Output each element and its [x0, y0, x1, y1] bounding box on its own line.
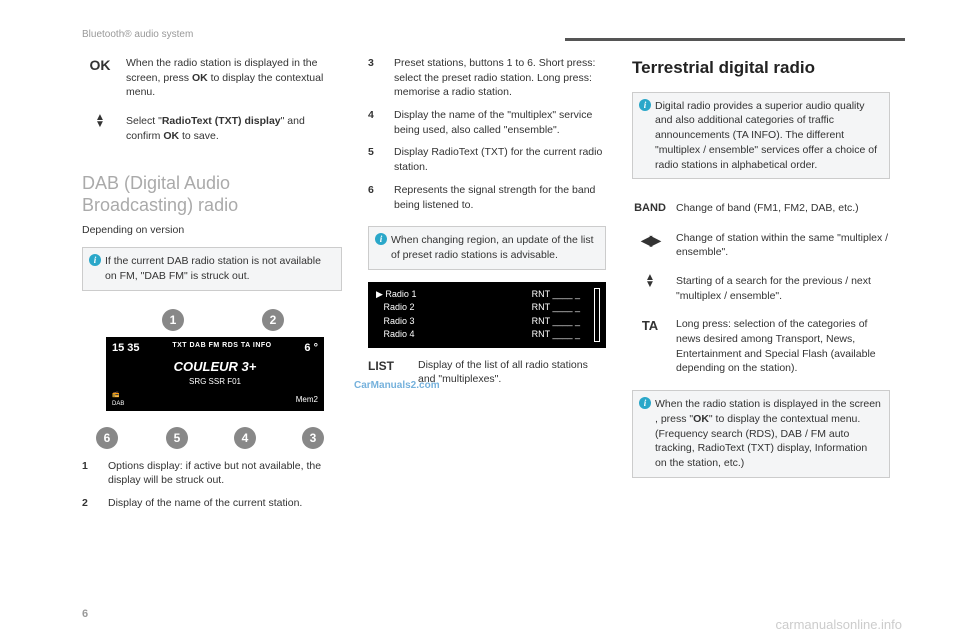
ok-text: When the radio station is displayed in t…: [126, 56, 342, 100]
radio-rnt: RNT ____ _ RNT ____ _ RNT ____ _ RNT ___…: [532, 288, 580, 342]
dab-flags: TXT DAB FM RDS TA INFO: [172, 341, 271, 356]
dab-time: 15 35: [112, 341, 140, 356]
info-icon: i: [639, 99, 651, 111]
dab-screen: 15 35 TXT DAB FM RDS TA INFO 6 ° COULEUR…: [106, 337, 324, 411]
item-text: Display the name of the "multiplex" serv…: [394, 108, 606, 137]
dab-display-diagram: 1 2 15 35 TXT DAB FM RDS TA INFO 6 ° COU…: [82, 309, 342, 449]
arrows-row: ▲▼ Select "RadioText (TXT) display" and …: [82, 114, 342, 143]
info-text: When the radio station is displayed in t…: [655, 398, 881, 469]
callout-6: 6: [96, 427, 118, 449]
info-box-dab-fm: i If the current DAB radio station is no…: [82, 247, 342, 290]
item-text: Preset stations, buttons 1 to 6. Short p…: [394, 56, 606, 100]
arrows-text: Select "RadioText (TXT) display" and con…: [126, 114, 342, 143]
ta-text: Long press: selection of the categories …: [676, 317, 890, 376]
dab-station-name: COULEUR 3+: [112, 358, 318, 376]
callout-1: 1: [162, 309, 184, 331]
ud-row: ▲▼ Starting of a search for the previous…: [632, 274, 890, 303]
numbered-list-2: 3 Preset stations, buttons 1 to 6. Short…: [368, 56, 606, 212]
left-right-arrows-icon: ◀▶: [632, 231, 668, 260]
page-number: 6: [82, 607, 88, 622]
list-item: 6 Represents the signal strength for the…: [368, 183, 606, 212]
callout-4: 4: [234, 427, 256, 449]
info-text: Digital radio provides a superior audio …: [655, 100, 877, 171]
ta-button-label: TA: [632, 317, 668, 376]
up-down-arrows-icon: ▲▼: [632, 274, 668, 303]
item-number: 2: [82, 496, 96, 511]
band-row: BAND Change of band (FM1, FM2, DAB, etc.…: [632, 201, 890, 216]
info-box-digital: i Digital radio provides a superior audi…: [632, 92, 890, 179]
column-1: OK When the radio station is displayed i…: [82, 56, 342, 519]
info-box-region: i When changing region, an update of the…: [368, 226, 606, 269]
dab-heading: DAB (Digital Audio Broadcasting) radio: [82, 173, 342, 216]
radio-list-screen: ▶ Radio 1 Radio 2 Radio 3 Radio 4 RNT __…: [368, 282, 606, 348]
item-number: 4: [368, 108, 382, 137]
scrollbar-icon: [594, 288, 600, 342]
dab-song-text: ▸ Woodkid - I love you: [112, 410, 318, 421]
list-item: 4 Display the name of the "multiplex" se…: [368, 108, 606, 137]
info-box-ok-menu: i When the radio station is displayed in…: [632, 390, 890, 477]
item-number: 6: [368, 183, 382, 212]
list-item: 3 Preset stations, buttons 1 to 6. Short…: [368, 56, 606, 100]
watermark-carmanuals2: CarManuals2.com: [354, 379, 440, 393]
info-text: When changing region, an update of the l…: [391, 234, 594, 261]
list-item: 5 Display RadioText (TXT) for the curren…: [368, 145, 606, 174]
info-text: If the current DAB radio station is not …: [105, 255, 321, 282]
info-icon: i: [89, 254, 101, 266]
list-button-text: Display of the list of all radio station…: [418, 358, 606, 387]
item-text: Display of the name of the current stati…: [108, 496, 302, 511]
band-button-label: BAND: [632, 201, 668, 216]
ok-row: OK When the radio station is displayed i…: [82, 56, 342, 100]
dab-top-row: 15 35 TXT DAB FM RDS TA INFO 6 °: [112, 341, 318, 356]
item-number: 3: [368, 56, 382, 100]
radio-names: ▶ Radio 1 Radio 2 Radio 3 Radio 4: [376, 288, 416, 342]
list-item: 1 Options display: if active but not ava…: [82, 459, 342, 488]
list-item: 2 Display of the name of the current sta…: [82, 496, 342, 511]
content-columns: OK When the radio station is displayed i…: [82, 56, 902, 519]
info-icon: i: [639, 397, 651, 409]
callout-5: 5: [166, 427, 188, 449]
dab-bottom-row: 📻DAB Mem2: [112, 391, 318, 408]
ta-row: TA Long press: selection of the categori…: [632, 317, 890, 376]
header-rule: [565, 38, 905, 41]
lr-row: ◀▶ Change of station within the same "mu…: [632, 231, 890, 260]
item-text: Options display: if active but not avail…: [108, 459, 342, 488]
watermark-carmanualsonline: carmanualsonline.info: [776, 616, 902, 634]
callout-2: 2: [262, 309, 284, 331]
callout-3: 3: [302, 427, 324, 449]
item-text: Represents the signal strength for the b…: [394, 183, 606, 212]
terrestrial-heading: Terrestrial digital radio: [632, 56, 890, 80]
depending-text: Depending on version: [82, 223, 342, 238]
dab-badge-icon: 📻DAB: [112, 391, 124, 408]
ok-button-label: OK: [82, 56, 118, 100]
item-number: 1: [82, 459, 96, 488]
dab-mem: Mem2: [296, 394, 318, 405]
band-text: Change of band (FM1, FM2, DAB, etc.): [676, 201, 890, 216]
column-3: Terrestrial digital radio i Digital radi…: [632, 56, 890, 519]
numbered-list-1: 1 Options display: if active but not ava…: [82, 459, 342, 511]
item-text: Display RadioText (TXT) for the current …: [394, 145, 606, 174]
ud-text: Starting of a search for the previous / …: [676, 274, 890, 303]
info-icon: i: [375, 233, 387, 245]
breadcrumb: Bluetooth® audio system: [82, 28, 193, 42]
item-number: 5: [368, 145, 382, 174]
lr-text: Change of station within the same "multi…: [676, 231, 890, 260]
dab-temp: 6 °: [304, 341, 318, 356]
dab-ensemble: SRG SSR F01: [112, 376, 318, 387]
column-2: 3 Preset stations, buttons 1 to 6. Short…: [368, 56, 606, 519]
up-down-arrows-icon: ▲▼: [82, 114, 118, 143]
